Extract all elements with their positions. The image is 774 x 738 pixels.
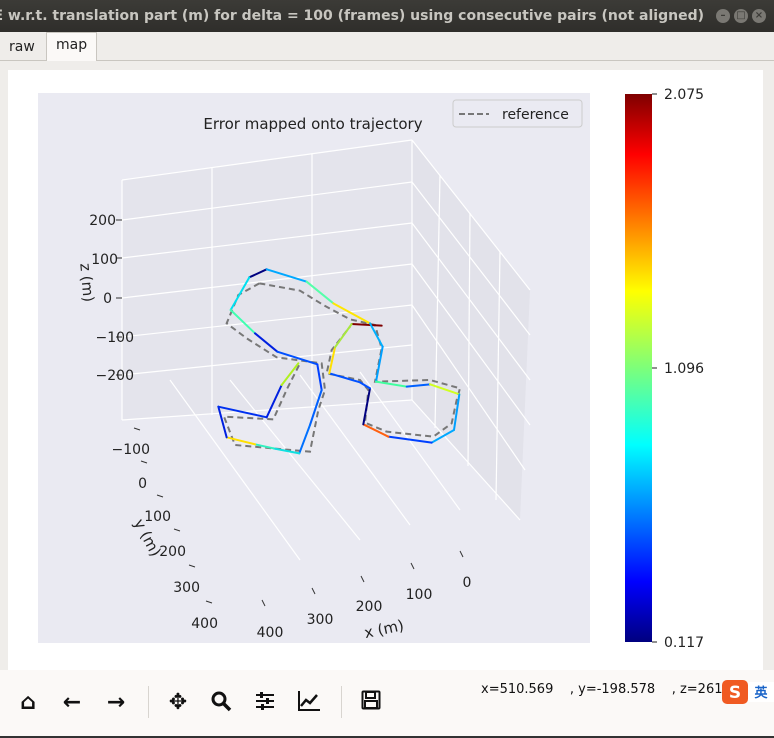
legend: reference bbox=[452, 99, 583, 128]
legend-reference-label: reference bbox=[502, 107, 569, 123]
x-tick-label: 200 bbox=[356, 599, 383, 615]
back-pane bbox=[122, 140, 412, 420]
z-tick-label: −100 bbox=[96, 330, 134, 346]
colorbar-max-label: 2.075 bbox=[664, 87, 704, 103]
colorbar-min-label: 0.117 bbox=[664, 635, 704, 651]
chart-title: Error mapped onto trajectory bbox=[203, 115, 422, 133]
z-tick-label: −200 bbox=[96, 368, 134, 384]
z-tick-label: 0 bbox=[103, 291, 112, 307]
y-tick-label: 0 bbox=[138, 476, 147, 492]
x-tick-label: 100 bbox=[406, 587, 433, 603]
y-tick-label: −100 bbox=[112, 442, 150, 458]
x-tick-label: 400 bbox=[257, 625, 284, 641]
colorbar bbox=[625, 94, 652, 642]
y-tick-label: 300 bbox=[173, 580, 200, 596]
z-axis-label: z (m) bbox=[76, 262, 97, 302]
x-tick-label: 300 bbox=[307, 612, 334, 628]
y-tick-label: 400 bbox=[191, 616, 218, 632]
colorbar-mid-label: 1.096 bbox=[664, 361, 704, 377]
z-tick-label: 200 bbox=[89, 213, 116, 229]
x-tick-label: 0 bbox=[463, 575, 472, 591]
trajectory-3d-plot[interactable]: Error mapped onto trajectory reference 2… bbox=[0, 0, 774, 738]
